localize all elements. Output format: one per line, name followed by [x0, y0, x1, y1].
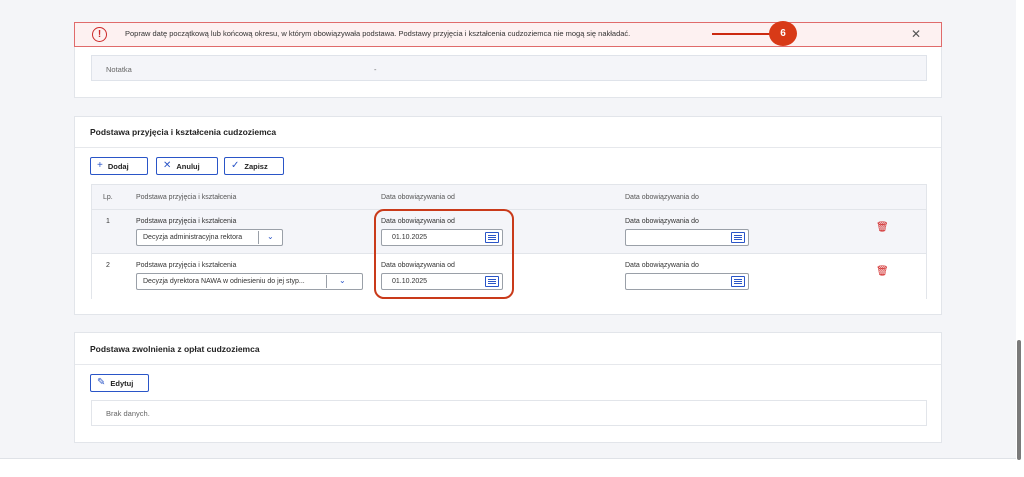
note-row: Notatka - [91, 55, 927, 81]
date-from-input[interactable]: 01.10.2025 [381, 229, 503, 246]
select-separator [258, 231, 259, 244]
alert-message: Popraw datę początkową lub końcową okres… [125, 29, 631, 38]
annotation-badge: 6 [769, 21, 797, 46]
alert-circle-icon: ! [92, 27, 107, 42]
column-header-basis: Podstawa przyjęcia i kształcenia [136, 194, 237, 201]
chevron-down-icon[interactable]: ⌄ [339, 276, 346, 285]
date-from-input[interactable]: 01.10.2025 [381, 273, 503, 290]
select-separator [326, 275, 327, 288]
calendar-icon[interactable] [485, 232, 499, 243]
table-row: 1 Podstawa przyjęcia i kształcenia Decyz… [92, 210, 926, 254]
admission-basis-card: Podstawa przyjęcia i kształcenia cudzozi… [74, 116, 942, 315]
basis-field-label: Podstawa przyjęcia i kształcenia [136, 218, 237, 225]
check-icon: ✓ [231, 160, 240, 171]
edit-button-label: Edytuj [110, 378, 134, 388]
section-title: Podstawa zwolnienia z opłat cudzoziemca [90, 344, 260, 354]
close-icon: ✕ [163, 160, 172, 171]
date-from-field-label: Data obowiązywania od [381, 218, 455, 225]
table-header: Lp. Podstawa przyjęcia i kształcenia Dat… [92, 185, 926, 210]
section-divider [75, 147, 941, 148]
annotation-pointer-line [712, 33, 770, 35]
basis-select[interactable]: Decyzja administracyjna rektora ⌄ [136, 229, 283, 246]
plus-icon: + [97, 160, 103, 171]
scrollbar-thumb[interactable] [1017, 340, 1021, 460]
column-header-lp: Lp. [103, 194, 113, 201]
add-button-label: Dodaj [107, 161, 129, 171]
basis-field-label: Podstawa przyjęcia i kształcenia [136, 262, 237, 269]
calendar-icon[interactable] [731, 232, 745, 243]
calendar-icon[interactable] [731, 276, 745, 287]
note-value: - [374, 65, 377, 74]
table-row: 2 Podstawa przyjęcia i kształcenia Decyz… [92, 254, 926, 299]
close-icon[interactable]: ✕ [911, 27, 921, 41]
date-from-value: 01.10.2025 [392, 278, 428, 285]
empty-state: Brak danych. [91, 400, 927, 426]
error-alert: ! Popraw datę początkową lub końcową okr… [74, 22, 942, 47]
basis-select-value: Decyzja dyrektora NAWA w odniesieniu do … [143, 278, 305, 285]
date-from-value: 01.10.2025 [392, 234, 428, 241]
trash-icon[interactable]: 🗑 [876, 266, 889, 277]
details-card: Notatka - [74, 47, 942, 98]
column-header-date-to: Data obowiązywania do [625, 194, 699, 201]
empty-state-text: Brak danych. [106, 409, 150, 418]
date-to-field-label: Data obowiązywania do [625, 262, 699, 269]
trash-icon[interactable]: 🗑 [876, 222, 889, 233]
date-from-field-label: Data obowiązywania od [381, 262, 455, 269]
date-to-input[interactable] [625, 229, 749, 246]
row-number: 1 [106, 218, 110, 225]
save-button[interactable]: ✓ Zapisz [224, 157, 284, 175]
fee-exemption-card: Podstawa zwolnienia z opłat cudzoziemca … [74, 332, 942, 443]
date-to-input[interactable] [625, 273, 749, 290]
admission-basis-table: Lp. Podstawa przyjęcia i kształcenia Dat… [91, 184, 927, 299]
row-number: 2 [106, 262, 110, 269]
page-bottom-divider [0, 458, 1016, 459]
edit-button[interactable]: ✎ Edytuj [90, 374, 149, 392]
basis-select-value: Decyzja administracyjna rektora [143, 234, 243, 241]
chevron-down-icon[interactable]: ⌄ [267, 232, 274, 241]
basis-select[interactable]: Decyzja dyrektora NAWA w odniesieniu do … [136, 273, 363, 290]
calendar-icon[interactable] [485, 276, 499, 287]
pencil-icon: ✎ [97, 377, 106, 388]
cancel-button-label: Anuluj [176, 161, 200, 171]
add-button[interactable]: + Dodaj [90, 157, 148, 175]
date-to-field-label: Data obowiązywania do [625, 218, 699, 225]
section-divider [75, 364, 941, 365]
cancel-button[interactable]: ✕ Anuluj [156, 157, 218, 175]
save-button-label: Zapisz [244, 161, 268, 171]
column-header-date-from: Data obowiązywania od [381, 194, 455, 201]
note-label: Notatka [106, 65, 132, 74]
section-title: Podstawa przyjęcia i kształcenia cudzozi… [90, 127, 277, 137]
